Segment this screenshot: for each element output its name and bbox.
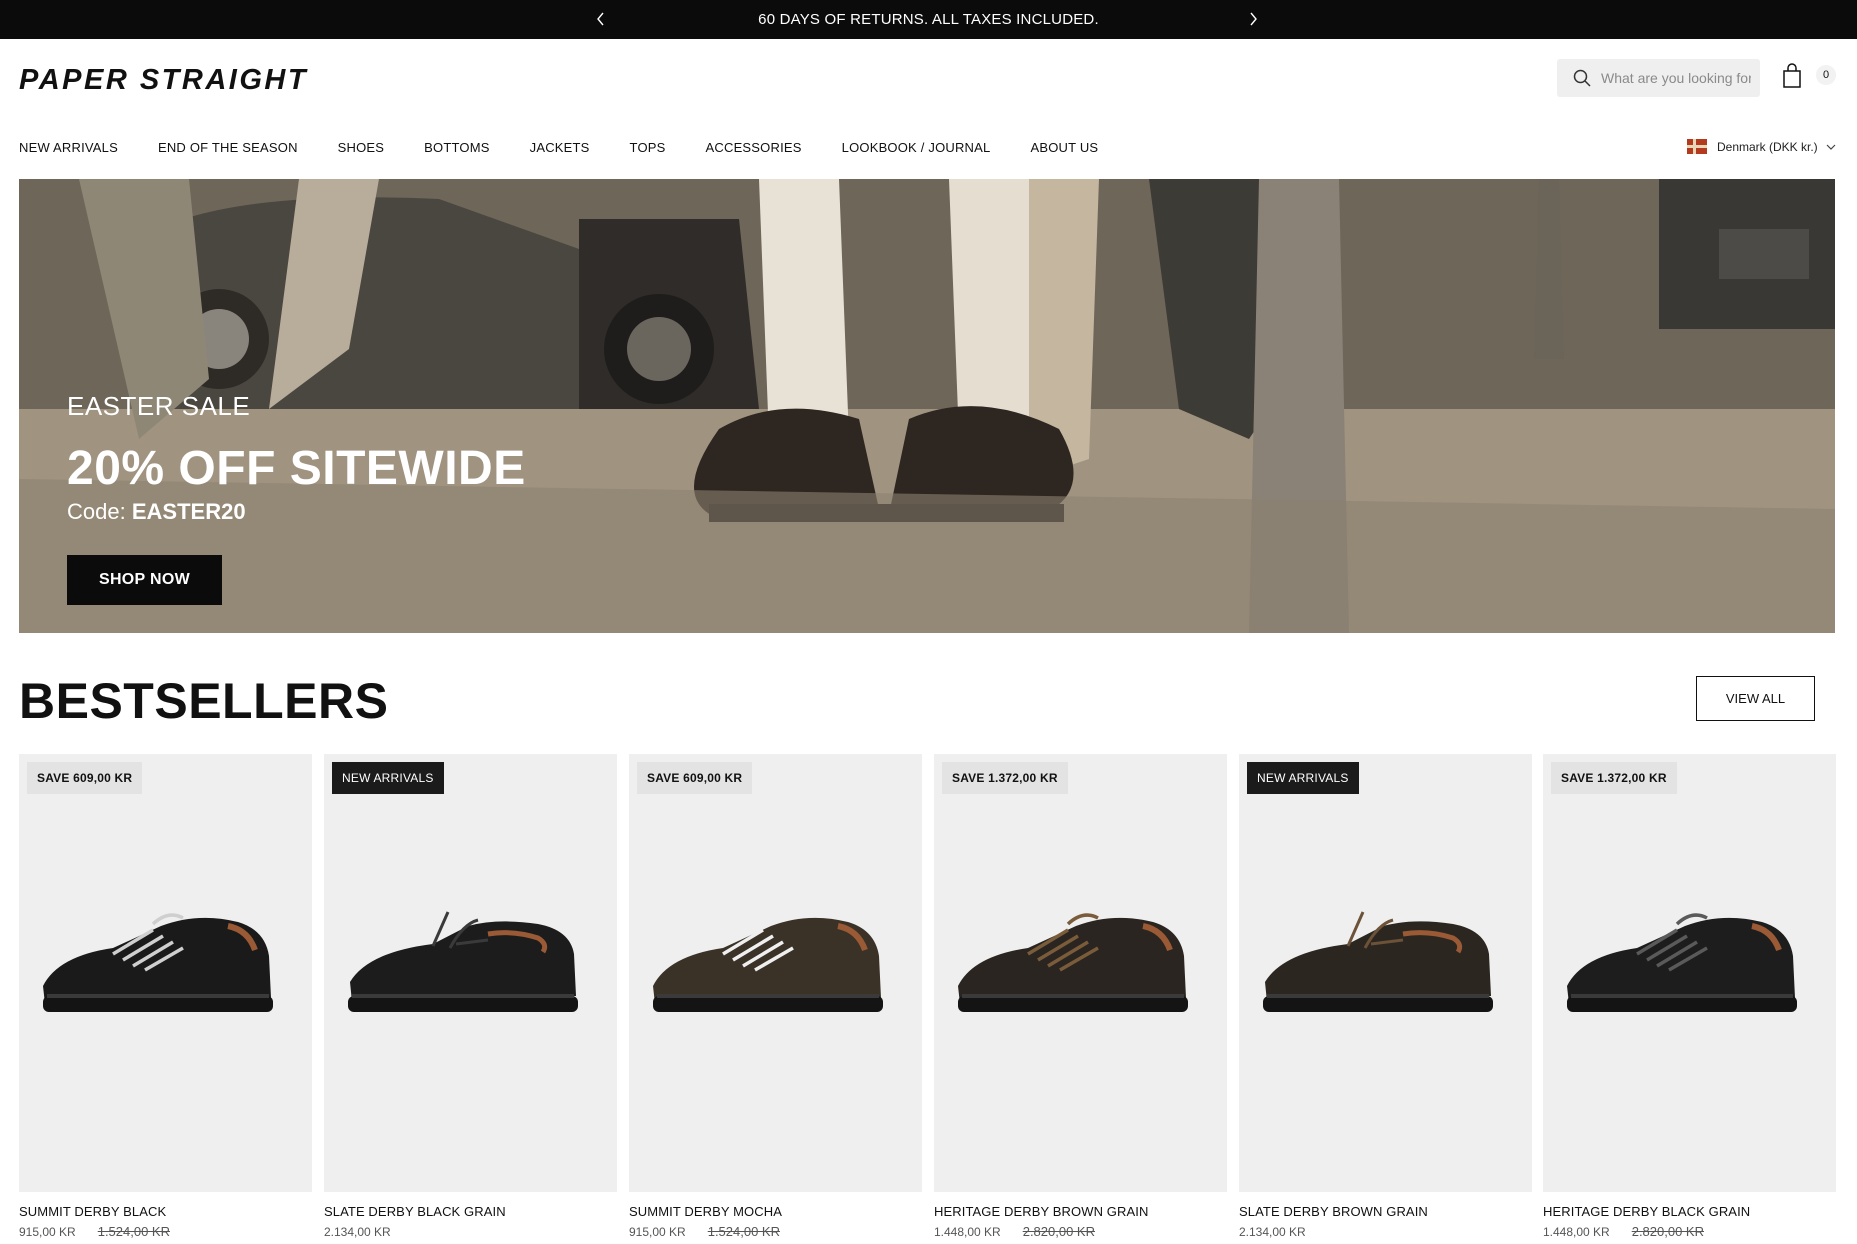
denmark-flag-icon xyxy=(1687,139,1707,154)
announcement-text: 60 DAYS OF RETURNS. ALL TAXES INCLUDED. xyxy=(758,11,1099,28)
product-name[interactable]: HERITAGE DERBY BROWN GRAIN xyxy=(934,1204,1227,1219)
product-price: 915,00 KR 1.524,00 KR xyxy=(19,1224,312,1239)
hero-promo-code: Code: EASTER20 xyxy=(67,499,246,525)
product-price: 1.448,00 KR 2.820,00 KR xyxy=(1543,1224,1836,1239)
current-price: 915,00 KR xyxy=(19,1225,76,1239)
product-image[interactable]: SAVE 1.372,00 KR xyxy=(1543,754,1836,1192)
current-price: 2.134,00 KR xyxy=(324,1225,391,1239)
product-grid: SAVE 609,00 KR SUMMIT DERBY BLACK 915,00… xyxy=(19,754,1836,1244)
nav-item-new-arrivals[interactable]: NEW ARRIVALS xyxy=(19,140,118,155)
product-price: 1.448,00 KR 2.820,00 KR xyxy=(934,1224,1227,1239)
cart-count-badge: 0 xyxy=(1816,65,1836,85)
product-badge: NEW ARRIVALS xyxy=(332,762,444,794)
shoe-image xyxy=(653,913,883,1012)
product-badge: SAVE 1.372,00 KR xyxy=(942,762,1068,794)
promo-code-label: Code: xyxy=(67,499,126,524)
product-name[interactable]: SLATE DERBY BROWN GRAIN xyxy=(1239,1204,1532,1219)
hero-image xyxy=(19,179,1835,633)
search-bar[interactable] xyxy=(1557,59,1760,97)
product-badge: NEW ARRIVALS xyxy=(1247,762,1359,794)
nav-item-accessories[interactable]: ACCESSORIES xyxy=(706,140,802,155)
current-price: 2.134,00 KR xyxy=(1239,1225,1306,1239)
product-image[interactable]: SAVE 1.372,00 KR xyxy=(934,754,1227,1192)
locale-selector[interactable]: Denmark (DKK kr.) xyxy=(1687,139,1836,154)
product-card[interactable]: SAVE 609,00 KR SUMMIT DERBY MOCHA 915,00… xyxy=(629,754,922,1239)
section-title: BESTSELLERS xyxy=(19,673,389,729)
product-image[interactable]: SAVE 609,00 KR xyxy=(19,754,312,1192)
shoe-image xyxy=(348,911,578,1012)
brand-logo[interactable]: PAPER STRAIGHT xyxy=(19,64,308,97)
shoe-image xyxy=(958,913,1188,1012)
shoe-image xyxy=(1263,911,1493,1012)
chevron-down-icon xyxy=(1826,144,1836,150)
product-card[interactable]: NEW ARRIVALS SLATE DERBY BLACK GRAIN 2.1… xyxy=(324,754,617,1239)
shop-now-button[interactable]: SHOP NOW xyxy=(67,555,222,605)
locale-label: Denmark (DKK kr.) xyxy=(1717,139,1818,154)
product-card[interactable]: SAVE 1.372,00 KR HERITAGE DERBY BLACK GR… xyxy=(1543,754,1836,1239)
view-all-button[interactable]: VIEW ALL xyxy=(1696,676,1815,721)
product-price: 2.134,00 KR xyxy=(324,1224,617,1239)
search-input[interactable] xyxy=(1601,70,1751,86)
shoe-image xyxy=(1567,913,1797,1012)
current-price: 1.448,00 KR xyxy=(934,1225,1001,1239)
product-price: 915,00 KR 1.524,00 KR xyxy=(629,1224,922,1239)
nav-item-lookbook-journal[interactable]: LOOKBOOK / JOURNAL xyxy=(842,140,991,155)
product-image[interactable]: NEW ARRIVALS xyxy=(324,754,617,1192)
product-name[interactable]: SUMMIT DERBY BLACK xyxy=(19,1204,312,1219)
chevron-right-icon[interactable] xyxy=(1243,9,1263,29)
nav-item-shoes[interactable]: SHOES xyxy=(338,140,385,155)
product-card[interactable]: SAVE 609,00 KR SUMMIT DERBY BLACK 915,00… xyxy=(19,754,312,1239)
original-price: 1.524,00 KR xyxy=(707,1224,780,1239)
product-card[interactable]: SAVE 1.372,00 KR HERITAGE DERBY BROWN GR… xyxy=(934,754,1227,1239)
original-price: 1.524,00 KR xyxy=(97,1224,170,1239)
hero-banner[interactable]: EASTER SALE 20% OFF SITEWIDE Code: EASTE… xyxy=(19,179,1835,633)
product-name[interactable]: SUMMIT DERBY MOCHA xyxy=(629,1204,922,1219)
shoe-image xyxy=(43,913,273,1012)
product-card[interactable]: NEW ARRIVALS SLATE DERBY BROWN GRAIN 2.1… xyxy=(1239,754,1532,1239)
product-name[interactable]: HERITAGE DERBY BLACK GRAIN xyxy=(1543,1204,1836,1219)
hero-eyebrow: EASTER SALE xyxy=(67,391,251,421)
original-price: 2.820,00 KR xyxy=(1022,1224,1095,1239)
product-badge: SAVE 1.372,00 KR xyxy=(1551,762,1677,794)
nav-item-end-of-season[interactable]: END OF THE SEASON xyxy=(158,140,298,155)
current-price: 1.448,00 KR xyxy=(1543,1225,1610,1239)
product-price: 2.134,00 KR xyxy=(1239,1224,1532,1239)
announcement-bar: 60 DAYS OF RETURNS. ALL TAXES INCLUDED. xyxy=(0,0,1857,39)
product-badge: SAVE 609,00 KR xyxy=(27,762,143,794)
product-name[interactable]: SLATE DERBY BLACK GRAIN xyxy=(324,1204,617,1219)
search-icon[interactable] xyxy=(1563,59,1601,97)
product-badge: SAVE 609,00 KR xyxy=(637,762,753,794)
hero-headline: 20% OFF SITEWIDE xyxy=(67,442,526,495)
product-image[interactable]: SAVE 609,00 KR xyxy=(629,754,922,1192)
nav-item-tops[interactable]: TOPS xyxy=(630,140,666,155)
current-price: 915,00 KR xyxy=(629,1225,686,1239)
nav-item-about-us[interactable]: ABOUT US xyxy=(1030,140,1098,155)
promo-code-value: EASTER20 xyxy=(131,499,246,524)
original-price: 2.820,00 KR xyxy=(1631,1224,1704,1239)
product-image[interactable]: NEW ARRIVALS xyxy=(1239,754,1532,1192)
nav-item-jackets[interactable]: JACKETS xyxy=(530,140,590,155)
main-nav: NEW ARRIVALS END OF THE SEASON SHOES BOT… xyxy=(19,140,1138,155)
cart-icon[interactable] xyxy=(1778,62,1806,90)
nav-item-bottoms[interactable]: BOTTOMS xyxy=(424,140,489,155)
